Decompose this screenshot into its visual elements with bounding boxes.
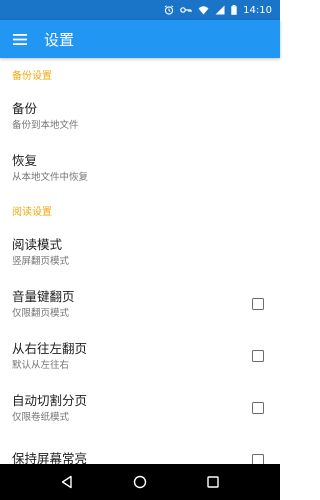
right-to-left-checkbox[interactable] <box>252 350 264 362</box>
pref-auto-split-page[interactable]: 自动切割分页 仅限卷纸模式 <box>0 382 280 434</box>
settings-list[interactable]: 备份设置 备份 备份到本地文件 恢复 从本地文件中恢复 阅读设置 阅读模式 竖屏… <box>0 58 280 464</box>
pref-title: 阅读模式 <box>12 236 63 252</box>
section-header-backup: 备份设置 <box>12 70 52 82</box>
menu-icon <box>13 33 27 45</box>
home-button[interactable] <box>128 470 152 494</box>
wifi-icon <box>198 5 209 15</box>
page-title: 设置 <box>44 30 75 49</box>
back-button[interactable] <box>55 470 79 494</box>
volume-key-paging-checkbox[interactable] <box>252 298 264 310</box>
pref-title: 保持屏幕常亮 <box>12 450 88 465</box>
status-time: 14:10 <box>243 4 272 16</box>
recents-button[interactable] <box>201 470 225 494</box>
pref-reading-mode[interactable]: 阅读模式 竖屏翻页模式 <box>0 226 280 278</box>
pref-title: 音量键翻页 <box>12 288 75 304</box>
back-icon <box>61 475 72 489</box>
pref-summary: 竖屏翻页模式 <box>12 255 70 267</box>
battery-icon <box>231 5 237 15</box>
pref-title: 恢复 <box>12 152 38 168</box>
pref-backup[interactable]: 备份 备份到本地文件 <box>0 90 280 142</box>
pref-summary: 仅限卷纸模式 <box>12 411 70 423</box>
navigation-bar <box>0 464 280 500</box>
status-bar: 14:10 <box>0 0 280 20</box>
recents-icon <box>207 476 220 488</box>
pref-summary: 从本地文件中恢复 <box>12 171 89 183</box>
pref-title: 自动切割分页 <box>12 392 88 408</box>
signal-icon <box>215 5 225 15</box>
key-icon <box>180 5 192 15</box>
pref-restore[interactable]: 恢复 从本地文件中恢复 <box>0 142 280 194</box>
pref-title: 备份 <box>12 100 38 116</box>
keep-screen-on-checkbox[interactable] <box>252 454 264 464</box>
alarm-icon <box>164 5 174 15</box>
pref-summary: 默认从左往右 <box>12 359 70 371</box>
pref-title: 从右往左翻页 <box>12 340 88 356</box>
auto-split-page-checkbox[interactable] <box>252 402 264 414</box>
pref-summary: 备份到本地文件 <box>12 119 79 131</box>
section-header-reading: 阅读设置 <box>12 206 52 218</box>
pref-summary: 仅限翻页模式 <box>12 307 70 319</box>
menu-button[interactable] <box>0 20 40 58</box>
pref-keep-screen-on[interactable]: 保持屏幕常亮 <box>0 434 280 464</box>
home-icon <box>133 475 147 489</box>
pref-right-to-left[interactable]: 从右往左翻页 默认从左往右 <box>0 330 280 382</box>
pref-volume-key-paging[interactable]: 音量键翻页 仅限翻页模式 <box>0 278 280 330</box>
app-bar: 设置 <box>0 20 280 58</box>
